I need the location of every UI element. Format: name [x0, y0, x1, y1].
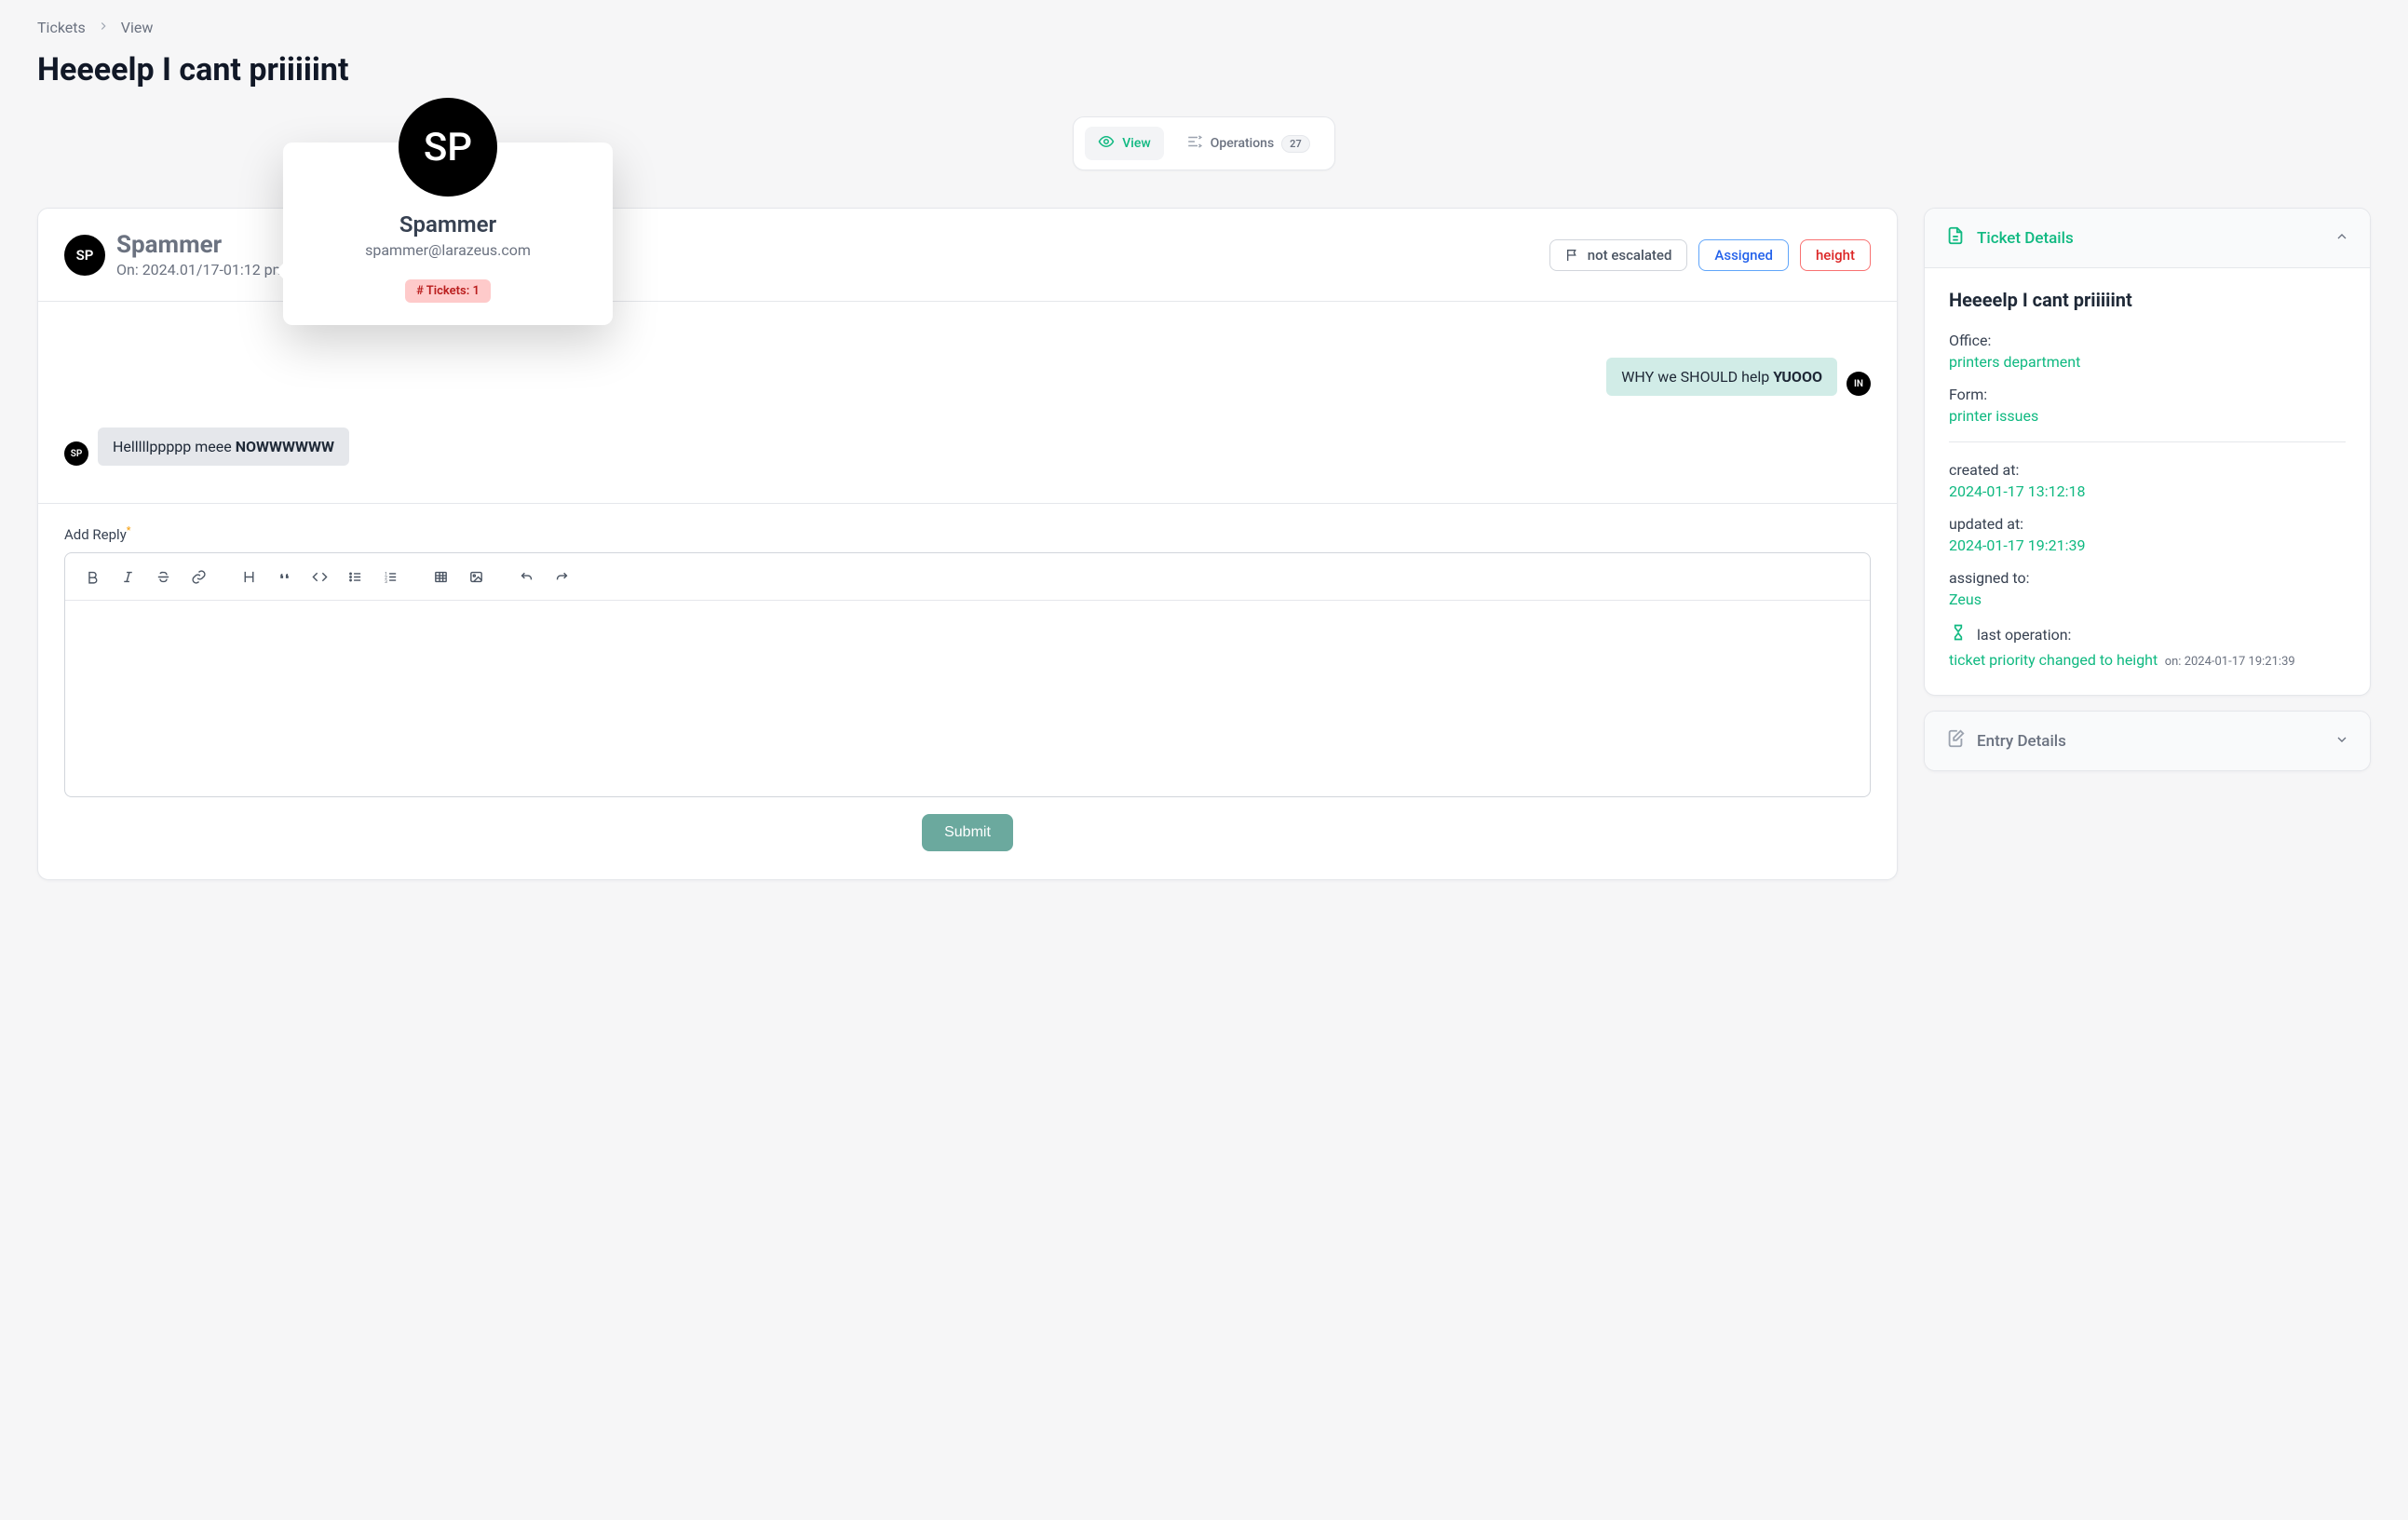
table-button[interactable]	[425, 563, 456, 590]
redo-button[interactable]	[546, 563, 577, 590]
panel-header[interactable]: Entry Details	[1925, 712, 2370, 770]
rich-text-editor: 123	[64, 552, 1871, 797]
italic-button[interactable]	[112, 563, 143, 590]
priority-badge[interactable]: height	[1800, 239, 1871, 271]
status-badge[interactable]: Assigned	[1698, 239, 1789, 271]
divider	[1949, 441, 2346, 442]
tab-operations[interactable]: Operations 27	[1173, 127, 1323, 160]
hourglass-icon	[1949, 623, 1968, 645]
form-label: Form:	[1949, 386, 2346, 403]
operations-icon	[1186, 133, 1203, 154]
chevron-up-icon	[2334, 229, 2349, 248]
ticket-author-name: Spammer	[116, 231, 286, 259]
office-label: Office:	[1949, 332, 2346, 349]
created-value: 2024-01-17 13:12:18	[1949, 482, 2346, 500]
undo-button[interactable]	[510, 563, 542, 590]
ordered-list-button[interactable]: 123	[374, 563, 406, 590]
message-bubble: WHY we SHOULD help YUOOO	[1606, 358, 1837, 396]
panel-entry-details: Entry Details	[1924, 711, 2371, 771]
updated-value: 2024-01-17 19:21:39	[1949, 536, 2346, 554]
avatar[interactable]: SP	[64, 235, 105, 276]
popover-name: Spammer	[283, 211, 613, 238]
message-bubble: Helllllppppp meee NOWWWWWW	[98, 428, 349, 466]
panel-title: Entry Details	[1945, 728, 2066, 753]
reply-section: Add Reply* 123	[38, 503, 1897, 879]
tab-view[interactable]: View	[1085, 127, 1164, 160]
bullet-list-button[interactable]	[339, 563, 371, 590]
form-value[interactable]: printer issues	[1949, 407, 2346, 425]
message-row: WHY we SHOULD help YUOOO IN	[64, 358, 1871, 396]
image-button[interactable]	[460, 563, 492, 590]
tab-operations-count: 27	[1281, 135, 1310, 153]
flag-icon	[1565, 248, 1580, 263]
submit-button[interactable]: Submit	[922, 814, 1013, 851]
chevron-down-icon	[2334, 732, 2349, 751]
breadcrumb-root[interactable]: Tickets	[37, 19, 86, 36]
eye-icon	[1098, 133, 1115, 154]
popover-email: spammer@larazeus.com	[283, 241, 613, 259]
assigned-label: assigned to:	[1949, 569, 2346, 587]
popover-tickets-badge: # Tickets: 1	[405, 279, 491, 303]
created-label: created at:	[1949, 461, 2346, 479]
strike-button[interactable]	[147, 563, 179, 590]
quote-button[interactable]	[268, 563, 300, 590]
lastop-label: last operation:	[1977, 626, 2071, 644]
updated-label: updated at:	[1949, 515, 2346, 533]
avatar: SP	[64, 441, 88, 466]
editor-toolbar: 123	[65, 553, 1870, 601]
lastop-value: ticket priority changed to height	[1949, 651, 2158, 669]
page-title: Heeeelp I cant priiiiint	[37, 51, 2371, 88]
chevron-right-icon	[97, 20, 110, 36]
edit-document-icon	[1945, 728, 1966, 753]
breadcrumb-current[interactable]: View	[121, 19, 154, 36]
heading-button[interactable]	[233, 563, 264, 590]
panel-title: Ticket Details	[1945, 225, 2074, 251]
tab-operations-label: Operations	[1211, 136, 1274, 151]
ticket-date: On: 2024.01/17-01:12 pm	[116, 261, 286, 278]
breadcrumb: Tickets View	[37, 19, 2371, 36]
status-label: Assigned	[1714, 247, 1773, 264]
conversation: WHY we SHOULD help YUOOO IN SP Helllllpp…	[38, 302, 1897, 503]
tab-bar: View Operations 27	[1073, 116, 1335, 170]
assigned-value[interactable]: Zeus	[1949, 590, 2346, 608]
escalation-badge[interactable]: not escalated	[1549, 239, 1688, 271]
office-value[interactable]: printers department	[1949, 353, 2346, 371]
avatar: SP	[399, 98, 497, 197]
panel-header[interactable]: Ticket Details	[1925, 209, 2370, 268]
bold-button[interactable]	[76, 563, 108, 590]
priority-label: height	[1816, 247, 1855, 264]
svg-text:3: 3	[385, 578, 387, 584]
reply-label: Add Reply*	[64, 524, 1871, 543]
code-button[interactable]	[304, 563, 335, 590]
details-title: Heeeelp I cant priiiiint	[1949, 289, 2346, 311]
panel-ticket-details: Ticket Details Heeeelp I cant priiiiint …	[1924, 208, 2371, 696]
message-row: SP Helllllppppp meee NOWWWWWW	[64, 428, 1871, 466]
document-icon	[1945, 225, 1966, 251]
tab-view-label: View	[1122, 136, 1151, 151]
user-popover: SP Spammer spammer@larazeus.com # Ticket…	[283, 142, 613, 325]
escalation-label: not escalated	[1588, 247, 1672, 264]
link-button[interactable]	[183, 563, 214, 590]
editor-body[interactable]	[65, 601, 1870, 796]
lastop-on: on: 2024-01-17 19:21:39	[2165, 655, 2295, 669]
avatar: IN	[1847, 372, 1871, 396]
